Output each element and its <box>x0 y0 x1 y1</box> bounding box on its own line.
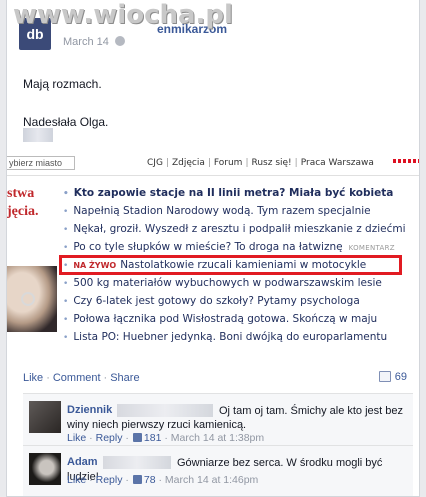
news-headline: Po co tyle słupków w mieście? To droga n… <box>73 241 343 253</box>
comment-like-link[interactable]: Like <box>67 474 86 486</box>
nav-link: Forum <box>213 158 243 168</box>
comment: Adam Gówniarze bez serca. W środku mogli… <box>23 445 413 496</box>
comment-count[interactable]: 69 <box>378 371 407 383</box>
thumbs-up-icon <box>132 433 142 442</box>
decorative-stripe <box>393 159 419 163</box>
news-headline: 500 kg materiałów wybuchowych w podwarsz… <box>73 277 382 289</box>
watermark-logo: www.wiocha.pl <box>13 0 233 30</box>
nav-link: CJG <box>147 158 163 168</box>
news-headline: Połowa łącznika pod Wisłostradą gotowa. … <box>73 313 378 325</box>
highlight-box <box>59 255 402 275</box>
nav-link: Rusz się! <box>251 158 292 168</box>
news-item: • Lista PO: Huebner jedynką. Boni dwójką … <box>63 331 388 343</box>
comment-time[interactable]: March 14 at 1:38pm <box>171 432 264 444</box>
comment-like-link[interactable]: Like <box>67 432 86 444</box>
teaser-text: jęcia. <box>7 204 39 219</box>
news-item: • Napełnią Stadion Narodowy wodą. Tym raz… <box>63 205 371 217</box>
comment-tag: KOMENTARZ <box>348 244 395 252</box>
nav-link: Praca Warszawa <box>300 158 374 168</box>
comment: Dziennik Oj tam oj tam. Śmichy ale kto j… <box>23 393 413 445</box>
news-item: • Nękał, groził. Wyszedł z aresztu i podp… <box>63 223 406 235</box>
news-headline: Kto zapowie stacje na II linii metra? Mi… <box>73 187 394 199</box>
comment-meta: Like · Reply · 181 · March 14 at 1:38pm <box>67 432 265 444</box>
share-link[interactable]: Share <box>110 372 139 384</box>
comment-reply-link[interactable]: Reply <box>96 474 123 486</box>
post-timestamp[interactable]: March 14 <box>63 36 125 48</box>
comment-list: Dziennik Oj tam oj tam. Śmichy ale kto j… <box>23 393 413 496</box>
comment-reply-link[interactable]: Reply <box>96 432 123 444</box>
thumbs-up-icon <box>132 475 142 484</box>
news-headline: Nękał, groził. Wyszedł z aresztu i podpa… <box>73 223 406 235</box>
news-headline: Napełnią Stadion Narodowy wodą. Tym raze… <box>73 205 371 217</box>
comment-bubble-icon <box>378 371 391 382</box>
news-headline: Czy 6-latek jest gotowy do szkoły? Pytam… <box>73 295 360 307</box>
embedded-screenshot[interactable]: ybierz miasto CJG | Zdjęcia | Forum | Rusz się… <box>7 152 419 362</box>
city-select: ybierz miasto <box>7 156 75 170</box>
post-time-text[interactable]: March 14 <box>63 36 109 48</box>
post-header: db enmikarzom March 14 www.wiocha.pl <box>7 0 419 56</box>
facebook-post: db enmikarzom March 14 www.wiocha.pl Maj… <box>6 0 420 497</box>
globe-icon <box>114 36 125 46</box>
comment-like-count[interactable]: 181 <box>144 432 162 444</box>
separator: · <box>46 372 50 384</box>
commenter-avatar[interactable] <box>29 453 61 485</box>
blurred-name <box>23 128 53 142</box>
teaser-text: stwa <box>7 186 35 201</box>
separator: · <box>103 372 108 384</box>
like-link[interactable]: Like <box>23 372 43 384</box>
news-item: • Kto zapowie stacje na II linii metra? M… <box>63 187 394 199</box>
site-nav-bar: ybierz miasto CJG | Zdjęcia | Forum | Rusz się… <box>7 152 419 176</box>
news-item: • Połowa łącznika pod Wisłostradą gotowa.… <box>63 313 378 325</box>
site-nav-links: CJG | Zdjęcia | Forum | Rusz się! | Praca Warsza… <box>147 158 374 168</box>
news-list: • Kto zapowie stacje na II linii metra? M… <box>59 185 419 347</box>
post-text-line: Mają rozmach. <box>23 77 102 91</box>
side-teaser: stwa jęcia. <box>7 178 57 358</box>
news-headline: Lista PO: Huebner jedynką. Boni dwójką d… <box>73 331 388 343</box>
comment-time[interactable]: March 14 at 1:46pm <box>165 474 258 486</box>
comment-link[interactable]: Comment <box>53 372 101 384</box>
comment-like-count[interactable]: 78 <box>144 474 156 486</box>
post-actions: Like · Comment · Share <box>23 372 140 384</box>
comment-text: Oj tam oj tam. Śmichy ale kto jest bez w… <box>67 405 404 431</box>
commenter-avatar[interactable] <box>29 401 61 433</box>
news-item: • Czy 6-latek jest gotowy do szkoły? Pyta… <box>63 295 360 307</box>
nav-link: Zdjęcia <box>171 158 205 168</box>
comment-count-value: 69 <box>394 371 407 383</box>
teaser-photo <box>7 266 57 332</box>
comment-meta: Like · Reply · 78 · March 14 at 1:46pm <box>67 474 259 486</box>
news-item: • 500 kg materiałów wybuchowych w podwars… <box>63 277 382 289</box>
